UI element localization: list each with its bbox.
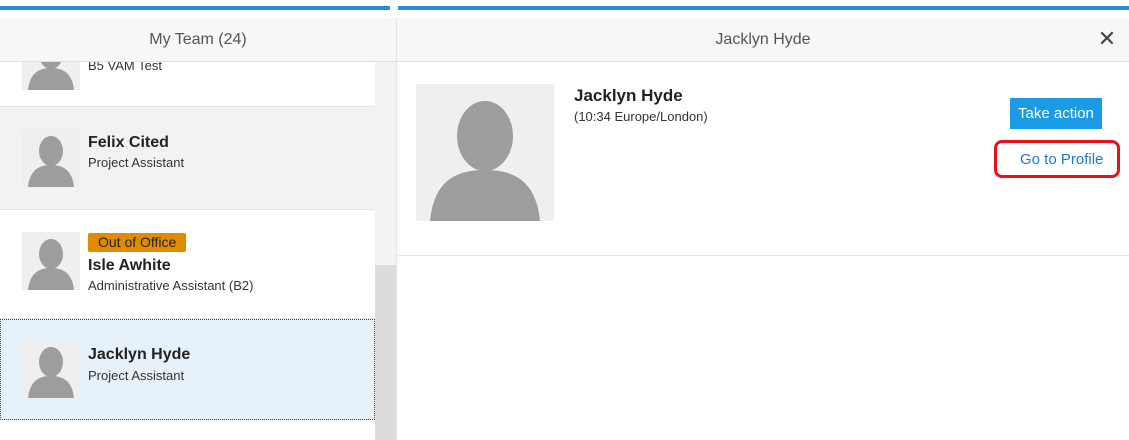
avatar	[22, 232, 80, 290]
top-bar	[0, 0, 1129, 18]
avatar	[416, 84, 554, 221]
scrollbar-thumb[interactable]	[375, 265, 396, 440]
avatar	[22, 62, 80, 90]
list-item-name: Felix Cited	[88, 134, 169, 151]
list-item-role: Project Assistant	[88, 155, 185, 170]
list-item-selected[interactable]: Jacklyn Hyde Project Assistant	[0, 319, 375, 420]
close-icon[interactable]: ✕	[1095, 26, 1119, 52]
list-item-name: Isle Awhite	[88, 257, 171, 274]
list-item[interactable]: Out of Office Isle Awhite Administrative…	[0, 210, 375, 319]
team-panel: My Team (24) B5 VAM Test Felix Cited Pro…	[0, 18, 397, 440]
status-badge: Out of Office	[88, 233, 187, 252]
panel-gap	[390, 0, 398, 18]
take-action-button[interactable]: Take action	[1010, 98, 1102, 129]
avatar	[22, 129, 80, 187]
list-item-partial[interactable]: B5 VAM Test	[0, 62, 375, 107]
detail-panel-header: Jacklyn Hyde	[397, 18, 1129, 62]
detail-panel: Jacklyn Hyde ✕ Jacklyn Hyde (10:34 Europ…	[397, 18, 1129, 440]
list-item-role: B5 VAM Test	[88, 62, 162, 73]
list-item-name: Jacklyn Hyde	[88, 346, 191, 363]
top-accent-stripe	[0, 6, 1129, 10]
avatar	[22, 340, 80, 398]
team-list: B5 VAM Test Felix Cited Project Assistan…	[0, 62, 375, 440]
list-item-role: Project Assistant	[88, 368, 185, 383]
local-time: (10:34 Europe/London)	[574, 109, 708, 124]
list-item[interactable]: Felix Cited Project Assistant	[0, 107, 375, 210]
go-to-profile-link[interactable]: Go to Profile	[1020, 151, 1103, 168]
team-panel-header: My Team (24)	[0, 18, 396, 62]
profile-name: Jacklyn Hyde	[574, 86, 683, 105]
list-item-role: Administrative Assistant (B2)	[88, 278, 254, 293]
profile-summary: Jacklyn Hyde (10:34 Europe/London) Take …	[397, 62, 1129, 256]
